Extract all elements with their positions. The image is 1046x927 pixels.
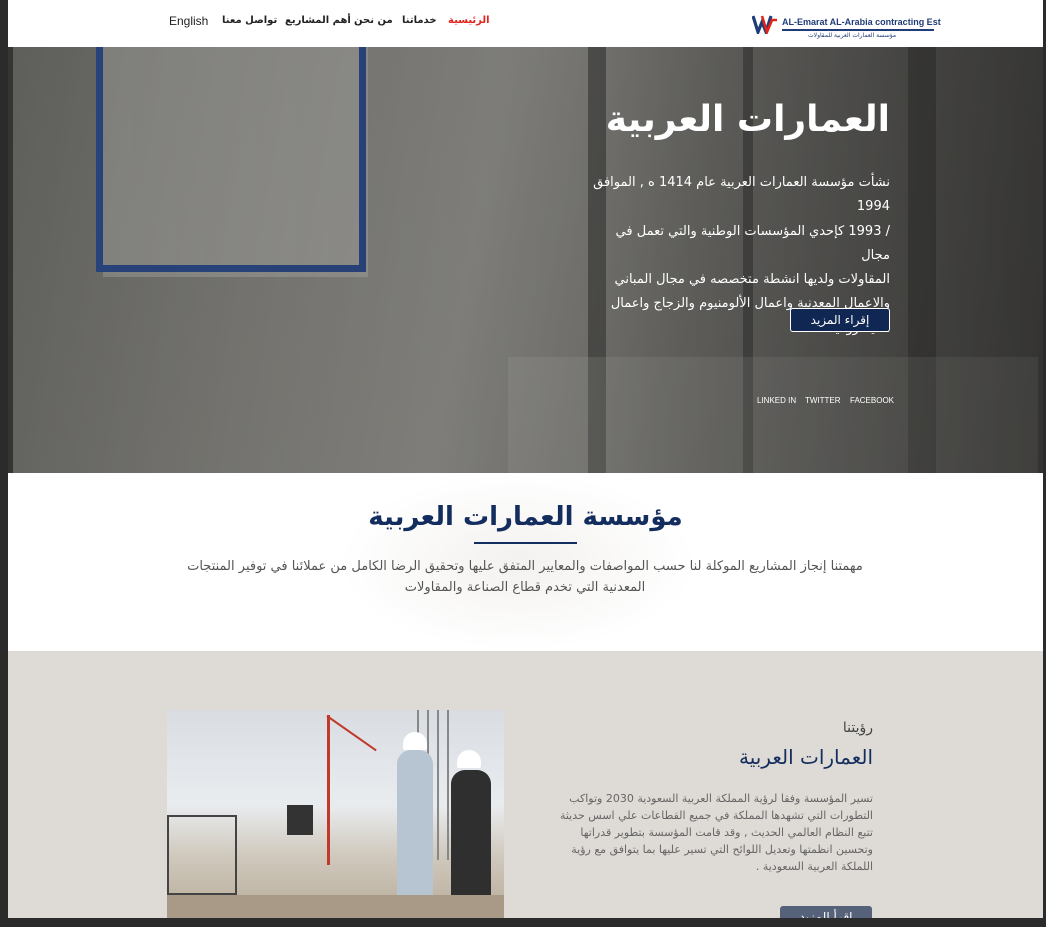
intro-text-line: مهمتنا إنجاز المشاريع الموكلة لنا حسب ال… — [187, 559, 863, 574]
vision-text-line: اللملكة العربية السعودية . — [755, 860, 873, 873]
photo-crane — [327, 715, 330, 865]
vision-text-line: تسير المؤسسة وفقا لرؤية المملكة العربية … — [569, 792, 873, 805]
hero-text-line: نشأت مؤسسة العمارات العربية عام 1414 ه ,… — [593, 175, 890, 215]
intro-title: مؤسسة العمارات العربية — [368, 502, 683, 532]
logo-mark-icon — [752, 15, 777, 34]
photo-worker-1 — [397, 750, 433, 918]
nav-home[interactable]: الرئيسية — [448, 15, 490, 26]
photo-ground — [167, 895, 504, 918]
nav-about[interactable]: من نحن — [354, 15, 393, 26]
language-switch[interactable]: English — [169, 14, 208, 28]
photo-crane-arm — [326, 715, 377, 752]
social-link-facebook[interactable]: FACEBOOK — [850, 396, 894, 405]
hero-text-line: المقاولات ولديها انشطة متخصصه في مجال ال… — [614, 272, 890, 288]
vision-text-line: وتحسين انظمتها وتعديل اللوائح التي تسير … — [571, 843, 873, 856]
hero-title: العمارات العربية — [605, 99, 890, 140]
vision-read-more-button[interactable]: إقرأ المزيد — [780, 906, 872, 918]
intro-text-line: المعدنية التي تخدم قطاع الصناعة والمقاول… — [404, 580, 646, 595]
web-page: AL-Emarat AL-Arabia contracting Est مؤسس… — [8, 0, 1043, 918]
vision-section: رؤيتنا العمارات العربية تسير المؤسسة وفق… — [8, 651, 1043, 918]
photo-helmet-2 — [457, 750, 481, 768]
photo-rebar — [447, 710, 449, 860]
intro-divider — [474, 542, 577, 544]
vision-text-line: التطورات التي تشهدها المملكة في جميع الق… — [559, 809, 873, 822]
top-navbar: AL-Emarat AL-Arabia contracting Est مؤسس… — [8, 0, 1043, 47]
company-logo[interactable]: AL-Emarat AL-Arabia contracting Est مؤسس… — [752, 13, 941, 43]
hero-banner: العمارات العربية نشأت مؤسسة العمارات الع… — [8, 47, 1043, 473]
hero-text-line: / 1993 كإحدي المؤسسات الوطنية والتي تعمل… — [615, 223, 890, 263]
logo-underline — [782, 29, 934, 31]
logo-text-en: AL-Emarat AL-Arabia contracting Est — [782, 17, 941, 27]
vision-subtitle: رؤيتنا — [842, 720, 873, 736]
vision-text-line: تتبع النظام العالمي الحديث , وقد قامت ال… — [580, 826, 873, 839]
nav-services[interactable]: خدماتنا — [402, 15, 437, 26]
intro-text: مهمتنا إنجاز المشاريع الموكلة لنا حسب ال… — [163, 556, 887, 598]
social-link-linkedin[interactable]: LINKED IN — [757, 396, 796, 405]
vision-description: تسير المؤسسة وفقا لرؤية المملكة العربية … — [553, 790, 873, 875]
photo-rebar — [437, 710, 439, 860]
intro-section: مؤسسة العمارات العربية مهمتنا إنجاز المش… — [8, 473, 1043, 651]
photo-scaffold — [167, 815, 237, 895]
logo-text-ar: مؤسسة العمارات العربية للمقاولات — [808, 32, 897, 39]
vision-title: العمارات العربية — [738, 745, 873, 769]
photo-hanging-load — [287, 805, 313, 835]
hero-read-more-button[interactable]: إقراء المزيد — [790, 308, 890, 332]
nav-projects[interactable]: أهم المشاريع — [285, 15, 351, 26]
construction-workers-photo — [167, 710, 504, 918]
photo-helmet-1 — [403, 732, 427, 750]
nav-contact[interactable]: تواصل معنا — [222, 15, 277, 26]
social-link-twitter[interactable]: TWITTER — [805, 396, 841, 405]
